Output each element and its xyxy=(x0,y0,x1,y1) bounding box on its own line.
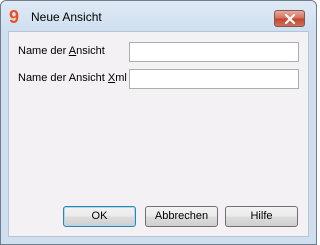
view-name-label: Name der Ansicht xyxy=(18,45,105,57)
dialog-body: Name der Ansicht Name der Ansicht Xml OK… xyxy=(8,31,309,237)
view-name-input[interactable] xyxy=(129,42,299,62)
app-logo-icon: 9 xyxy=(9,7,19,25)
help-button[interactable]: Hilfe xyxy=(225,206,298,227)
close-button[interactable] xyxy=(274,10,305,27)
window-title: Neue Ansicht xyxy=(31,10,102,24)
cancel-button[interactable]: Abbrechen xyxy=(145,206,218,227)
close-icon xyxy=(284,14,296,24)
ok-button[interactable]: OK xyxy=(63,206,136,227)
title-bar[interactable]: 9 Neue Ansicht xyxy=(1,1,316,31)
view-name-xml-label: Name der Ansicht Xml xyxy=(18,72,127,84)
view-name-xml-input[interactable] xyxy=(129,69,299,89)
svg-text:9: 9 xyxy=(9,7,19,25)
dialog-window: 9 Neue Ansicht Name der Ansicht Name der… xyxy=(0,0,317,245)
